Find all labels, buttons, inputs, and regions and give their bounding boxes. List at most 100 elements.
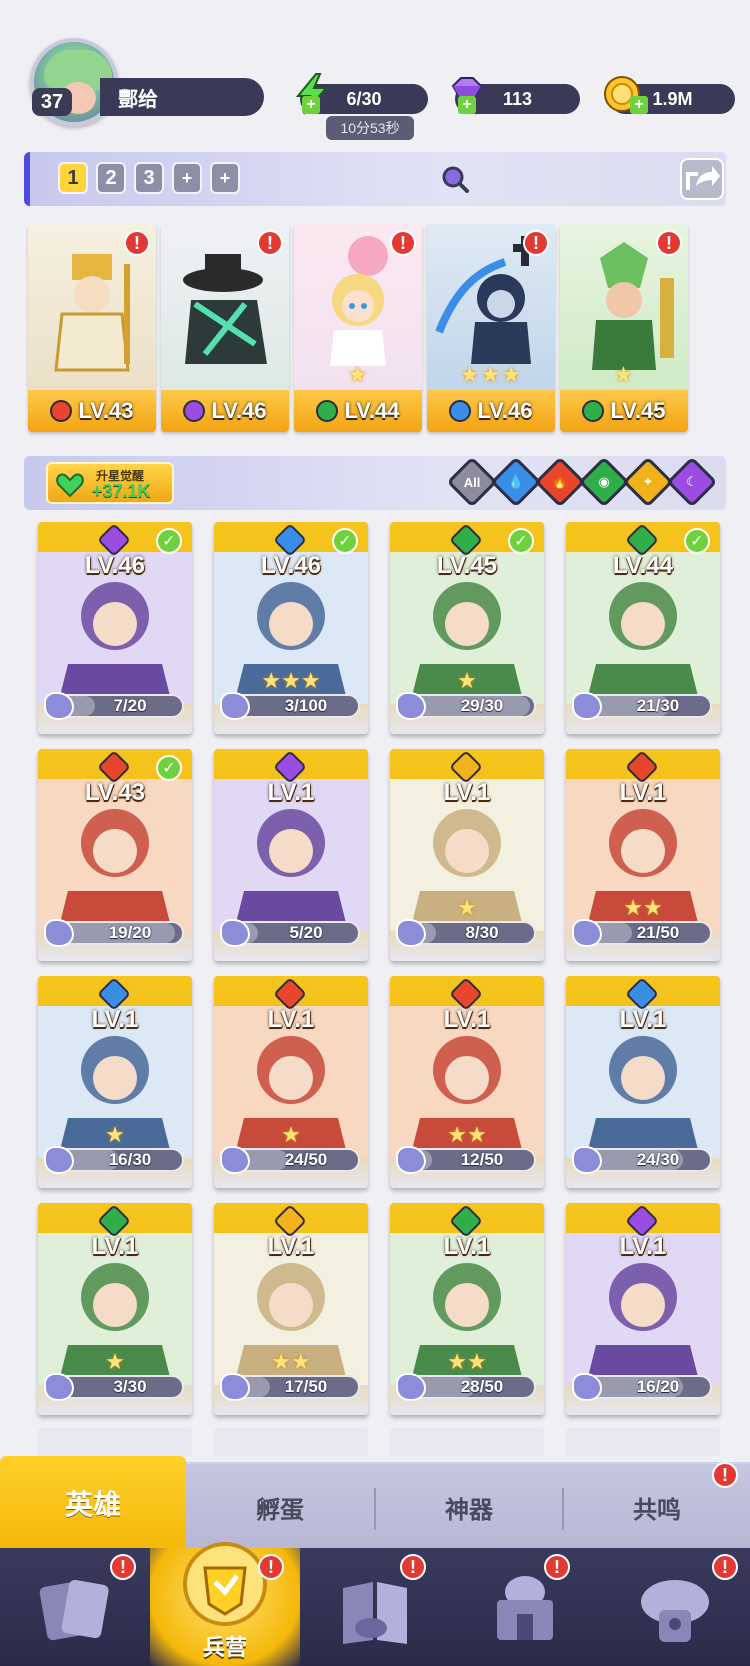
hero-level: LV.46 (84, 552, 146, 579)
hero-shard-icon (572, 1146, 602, 1174)
player-name[interactable]: 酆给 (100, 78, 264, 116)
filter-dark[interactable]: ☾ (666, 456, 718, 508)
mushroom-house-icon (641, 1580, 709, 1642)
filter-water[interactable]: 💧 (490, 456, 542, 508)
search-icon[interactable] (440, 164, 470, 194)
team-slot-3[interactable]: ! ★ LV.44 (294, 224, 422, 432)
add-gem-icon[interactable]: + (458, 96, 476, 114)
hero-card[interactable]: LV.1 ★ 16/30 (38, 976, 192, 1188)
hero-level: LV.1 (443, 1233, 491, 1260)
tab-heroes[interactable]: 英雄 (0, 1456, 186, 1550)
shard-progress-text: 16/30 (108, 1150, 152, 1169)
hero-level: LV.1 (267, 1233, 315, 1260)
water-element-icon: 💧 (507, 474, 525, 489)
shard-progress-text: 21/30 (636, 696, 680, 715)
hero-shard-icon (220, 1146, 250, 1174)
shard-progress-text: 19/20 (108, 923, 152, 942)
hero-card[interactable]: ✓ LV.46 7/20 (38, 522, 192, 734)
hero-stars: ★★ (447, 1349, 487, 1374)
hero-card[interactable]: ✓ LV.45 ★ 29/30 (390, 522, 544, 734)
nav-temple[interactable] (450, 1548, 600, 1666)
tab-artifacts[interactable]: 神器 (376, 1464, 562, 1550)
shard-progress-text: 16/20 (636, 1377, 680, 1396)
hero-card[interactable]: LV.1 16/20 (566, 1203, 720, 1415)
hero-shard-icon (44, 919, 74, 947)
hero-card-peek (390, 1428, 544, 1456)
share-button[interactable] (680, 158, 724, 200)
team-slot-2[interactable]: ! LV.46 (161, 224, 289, 432)
cards-icon (39, 1579, 109, 1641)
hero-card[interactable]: LV.1 ★ 8/30 (390, 749, 544, 961)
hero-card[interactable]: LV.1 ★★ 12/50 (390, 976, 544, 1188)
shard-progress-text: 5/20 (289, 923, 323, 942)
hero-card[interactable]: LV.1 ★★ 17/50 (214, 1203, 368, 1415)
share-icon (686, 166, 720, 190)
team-tab-1[interactable]: 1 (58, 162, 88, 194)
filter-nature[interactable]: ◉ (578, 456, 630, 508)
hero-card-peek (214, 1428, 368, 1456)
level-text: LV.45 (610, 398, 666, 423)
shard-progress-text: 24/30 (636, 1150, 680, 1169)
hero-stars: ★★★ (459, 362, 523, 387)
shard-progress-text: 7/20 (113, 696, 147, 715)
hero-shard-icon (396, 1373, 426, 1401)
heart-icon (56, 473, 84, 498)
light-element-icon: ✦ (642, 474, 654, 489)
team-slot-level: LV.45 (560, 390, 688, 432)
team-tab-2[interactable]: 2 (96, 162, 126, 194)
star-awaken-button[interactable]: 升星觉醒 +37.1K (46, 462, 174, 504)
hero-card[interactable]: LV.1 ★★ 21/50 (566, 749, 720, 961)
team-tab-add-1[interactable]: + (172, 162, 202, 194)
hero-card[interactable]: ✓ LV.46 ★★★ 3/100 (214, 522, 368, 734)
hero-card[interactable]: ✓ LV.43 19/20 (38, 749, 192, 961)
hero-level: LV.1 (619, 779, 667, 806)
hero-card[interactable]: ✓ LV.44 21/30 (566, 522, 720, 734)
hero-card[interactable]: LV.1 24/30 (566, 976, 720, 1188)
hero-shard-icon (572, 692, 602, 720)
check-icon: ✓ (508, 528, 534, 554)
team-slot-level: LV.43 (28, 390, 156, 432)
hero-level: LV.1 (267, 779, 315, 806)
hero-shard-icon (220, 919, 250, 947)
nature-element-icon (316, 400, 339, 422)
team-slot-4[interactable]: ! ★★★ LV.46 (427, 224, 555, 432)
hero-card-peek (38, 1428, 192, 1456)
hero-portrait-flower-girl (330, 236, 388, 366)
alert-badge: ! (257, 230, 283, 256)
shard-progress-text: 17/50 (284, 1377, 328, 1396)
dark-element-icon (183, 400, 206, 422)
filter-fire[interactable]: 🔥 (534, 456, 586, 508)
team-selector-bar: 1 2 3 + + (24, 152, 726, 206)
team-slot-1[interactable]: ! LV.43 (28, 224, 156, 432)
nav-barracks-label: 兵营 (202, 1635, 247, 1660)
hero-stars: ★ (105, 1349, 125, 1374)
hero-level: LV.1 (267, 1006, 315, 1033)
hero-card[interactable]: LV.1 ★★ 28/50 (390, 1203, 544, 1415)
hero-stars: ★ (613, 362, 635, 387)
alert-badge: ! (544, 1554, 570, 1580)
team-tab-add-2[interactable]: + (210, 162, 240, 194)
water-element-icon (449, 400, 472, 422)
check-icon: ✓ (156, 528, 182, 554)
hero-stars: ★★★ (261, 668, 321, 693)
hero-card[interactable]: LV.1 5/20 (214, 749, 368, 961)
team-tab-3[interactable]: 3 (134, 162, 164, 194)
hero-stars: ★★ (447, 1122, 487, 1147)
hero-card[interactable]: LV.1 ★ 24/50 (214, 976, 368, 1188)
shard-progress-text: 21/50 (636, 923, 680, 942)
add-coin-icon[interactable]: + (630, 96, 648, 114)
add-energy-icon[interactable]: + (302, 96, 320, 114)
hero-shard-icon (396, 692, 426, 720)
hero-stars: ★ (105, 1122, 125, 1147)
hero-level: LV.1 (91, 1006, 139, 1033)
level-text: LV.44 (344, 398, 400, 423)
hero-stars: ★ (281, 1122, 301, 1147)
check-icon: ✓ (332, 528, 358, 554)
barracks-icon (183, 1542, 267, 1626)
nav-book[interactable] (300, 1548, 450, 1666)
hero-card[interactable]: LV.1 ★ 3/30 (38, 1203, 192, 1415)
filter-light[interactable]: ✦ (622, 456, 674, 508)
shard-progress-text: 3/30 (113, 1377, 147, 1396)
team-slot-5[interactable]: ! ★ LV.45 (560, 224, 688, 432)
filter-all[interactable]: All (446, 456, 498, 508)
